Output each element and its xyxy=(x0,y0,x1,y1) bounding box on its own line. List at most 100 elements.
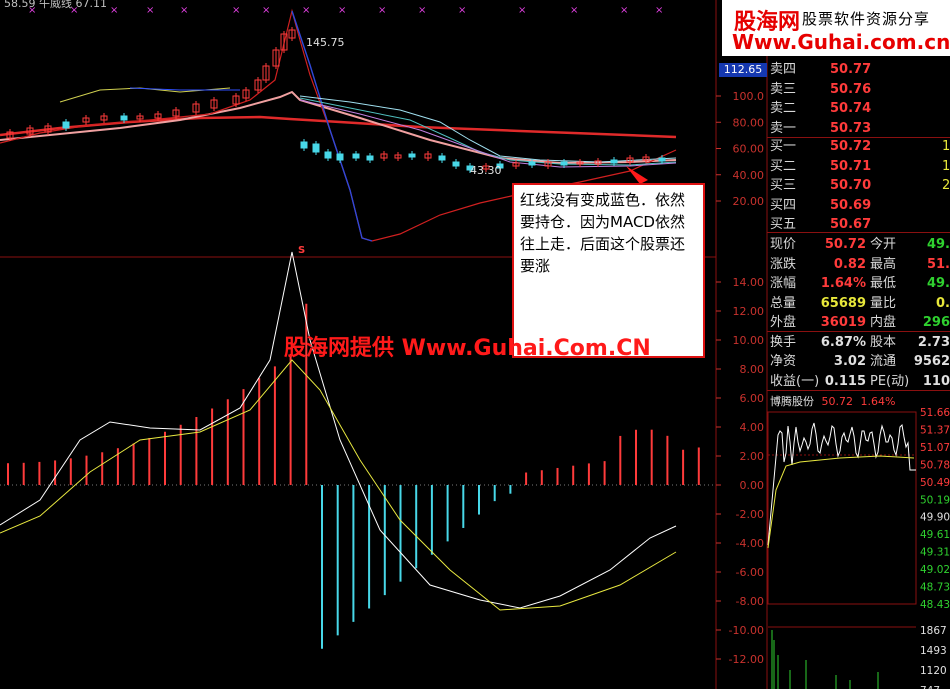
top-marker: × xyxy=(232,5,240,16)
top-marker: × xyxy=(110,5,118,16)
intraday-header: 博腾股份 50.72 1.64% xyxy=(770,393,895,409)
quote-price: 50.74 xyxy=(830,101,872,116)
candle-body xyxy=(352,153,360,159)
top-marker: × xyxy=(418,5,426,16)
candle-body xyxy=(610,159,618,164)
top-marker: × xyxy=(570,5,578,16)
intraday-price-line xyxy=(767,422,916,546)
macd-axis-label: 12.00 xyxy=(733,305,765,318)
quote-label: 卖三 xyxy=(770,81,797,97)
board-separator xyxy=(767,390,950,391)
stat-value: 65689 xyxy=(820,295,866,311)
stat-value: 9562 xyxy=(913,354,950,369)
quote-price: 50.77 xyxy=(830,62,872,77)
stat-value: 110 xyxy=(922,373,950,389)
macd-axis-label: 6.00 xyxy=(740,392,765,405)
high-price-label: 145.75 xyxy=(306,36,345,49)
logo-url: Www.Guhai.com.cn xyxy=(732,30,950,54)
stat-value: 6.87% xyxy=(820,334,866,350)
quote-label: 买四 xyxy=(770,197,797,213)
macd-axis-label: 10.00 xyxy=(733,334,765,347)
candle-body xyxy=(560,161,568,166)
quote-label: 卖一 xyxy=(770,120,797,136)
stat-value: 50.72 xyxy=(824,237,866,252)
macd-axis-label: -10.00 xyxy=(729,624,764,637)
quote-price: 50.71 xyxy=(830,158,872,174)
stat-label: 量比 xyxy=(870,295,897,311)
stat-label: 最低 xyxy=(870,276,897,291)
quote-price: 50.70 xyxy=(830,178,872,193)
macd-axis-label: 0.00 xyxy=(740,479,765,492)
top-marker: × xyxy=(378,5,386,16)
stat-value: 49. xyxy=(926,276,950,291)
quote-volume: 1 xyxy=(942,139,950,154)
board-separator xyxy=(767,232,950,233)
stat-value: 1.64% xyxy=(820,276,866,291)
candle-body xyxy=(324,151,332,159)
candle-body xyxy=(312,143,320,153)
board-separator xyxy=(767,331,950,332)
quote-label: 买二 xyxy=(770,158,797,174)
indicator-title: 58.59 午威线 67.11 xyxy=(4,0,107,10)
intraday-avg-line xyxy=(767,455,915,549)
intraday-price-label: 50.78 xyxy=(920,459,950,471)
stat-label: 内盘 xyxy=(870,315,897,330)
top-marker: × xyxy=(518,5,526,16)
macd-axis-label: 4.00 xyxy=(740,421,765,434)
macd-axis-label: -2.00 xyxy=(736,508,764,521)
top-marker: × xyxy=(655,5,663,16)
top-marker: × xyxy=(338,5,346,16)
intraday-price-label: 50.49 xyxy=(920,477,950,489)
intraday-price-label: 50.19 xyxy=(920,494,950,506)
stat-label: 总量 xyxy=(770,295,797,311)
watermark-text: 股海网提供 Www.Guhai.Com.CN xyxy=(284,336,651,361)
intraday-price-label: 51.37 xyxy=(920,424,950,436)
top-marker: × xyxy=(146,5,154,16)
quote-price: 50.69 xyxy=(830,197,872,213)
current-price-tag: 112.65 xyxy=(719,63,767,77)
intraday-price-label: 49.31 xyxy=(920,547,950,559)
price-axis-label: 100.0 xyxy=(733,90,765,103)
stat-label: 净资 xyxy=(770,354,797,369)
macd-axis-label: 14.00 xyxy=(733,276,765,289)
price-axis-label: 20.00 xyxy=(733,195,765,208)
intraday-price-label: 49.02 xyxy=(920,564,950,576)
quote-price: 50.76 xyxy=(830,81,872,97)
stat-label: PE(动) xyxy=(870,373,910,389)
macd-axis-label: -8.00 xyxy=(736,595,764,608)
quote-label: 买一 xyxy=(770,139,797,154)
stat-label: 今开 xyxy=(870,237,897,252)
intraday-vol-label: 1120 xyxy=(920,665,947,677)
quote-price: 50.72 xyxy=(830,139,872,154)
candle-body xyxy=(408,153,416,158)
stat-value: 0.115 xyxy=(824,373,866,389)
candle-body xyxy=(658,157,666,162)
stat-label: 换手 xyxy=(770,334,797,350)
stock-name: 博腾股份 xyxy=(770,395,814,408)
stat-label: 外盘 xyxy=(770,315,797,330)
site-logo[interactable]: 股海网 股票软件资源分享 Www.Guhai.com.cn xyxy=(722,0,950,56)
stat-label: 流通 xyxy=(870,354,897,369)
intraday-price: 50.72 xyxy=(821,395,854,408)
candle-body xyxy=(528,161,536,166)
macd-axis-label: -12.00 xyxy=(729,653,764,666)
price-axis-label: 80.00 xyxy=(733,116,765,129)
top-marker: × xyxy=(302,5,310,16)
board-separator xyxy=(767,137,950,138)
quote-label: 卖四 xyxy=(770,62,797,77)
intraday-vol-label: 1867 xyxy=(920,625,947,637)
quote-label: 买三 xyxy=(770,178,797,193)
stat-value: 36019 xyxy=(820,315,866,330)
stat-label: 涨跌 xyxy=(770,256,797,272)
candle-body xyxy=(438,155,446,161)
candle-body xyxy=(62,121,70,129)
candle-body xyxy=(336,153,344,161)
intraday-vol-label: 1493 xyxy=(920,645,947,657)
sell-signal-mark: S xyxy=(298,245,306,256)
price-axis-label: 60.00 xyxy=(733,143,765,156)
top-marker: × xyxy=(262,5,270,16)
macd-axis-label: -4.00 xyxy=(736,537,764,550)
price-axis-label: 40.00 xyxy=(733,169,765,182)
stat-value: 49. xyxy=(926,237,950,252)
stat-value: 0. xyxy=(936,295,950,311)
